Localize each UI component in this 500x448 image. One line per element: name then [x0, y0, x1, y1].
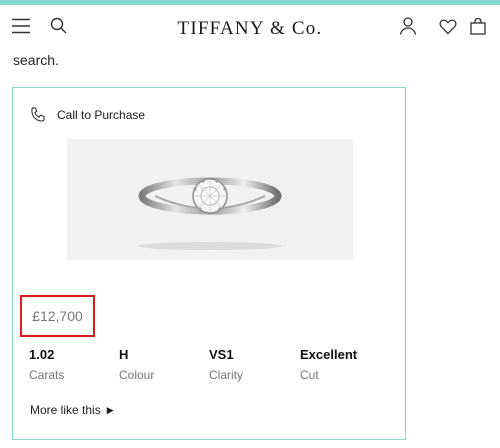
spec-colour: H Colour: [119, 347, 154, 382]
price-highlight: £12,700: [20, 295, 95, 337]
search-text: search.: [13, 52, 59, 68]
bag-icon[interactable]: [467, 15, 489, 37]
more-like-this-link[interactable]: More like this ▶: [30, 403, 114, 417]
spec-value: Excellent: [300, 347, 358, 362]
spec-label: Cut: [300, 368, 319, 382]
call-to-purchase[interactable]: Call to Purchase: [29, 106, 145, 124]
call-to-purchase-label: Call to Purchase: [57, 108, 146, 122]
product-image[interactable]: [67, 139, 353, 260]
site-header: TIFFANY & Co.: [0, 5, 500, 47]
caret-right-icon: ▶: [106, 404, 114, 415]
spec-value: H: [119, 347, 129, 362]
spec-clarity: VS1 Clarity: [209, 347, 243, 382]
spec-label: Carats: [29, 368, 65, 382]
spec-label: Clarity: [209, 368, 244, 382]
heart-icon[interactable]: [437, 15, 459, 37]
spec-value: VS1: [209, 347, 234, 362]
phone-icon: [29, 106, 47, 124]
product-price: £12,700: [32, 308, 83, 324]
brand-logo[interactable]: TIFFANY & Co.: [0, 18, 500, 40]
more-like-this-label: More like this: [30, 403, 101, 417]
spec-label: Colour: [119, 368, 155, 382]
spec-carats: 1.02 Carats: [29, 347, 64, 382]
spec-value: 1.02: [29, 347, 55, 362]
account-icon[interactable]: [397, 15, 419, 37]
product-card: Call to Purchase £12,700 1.02 Carats H C…: [12, 87, 406, 440]
spec-cut: Excellent Cut: [300, 347, 357, 382]
